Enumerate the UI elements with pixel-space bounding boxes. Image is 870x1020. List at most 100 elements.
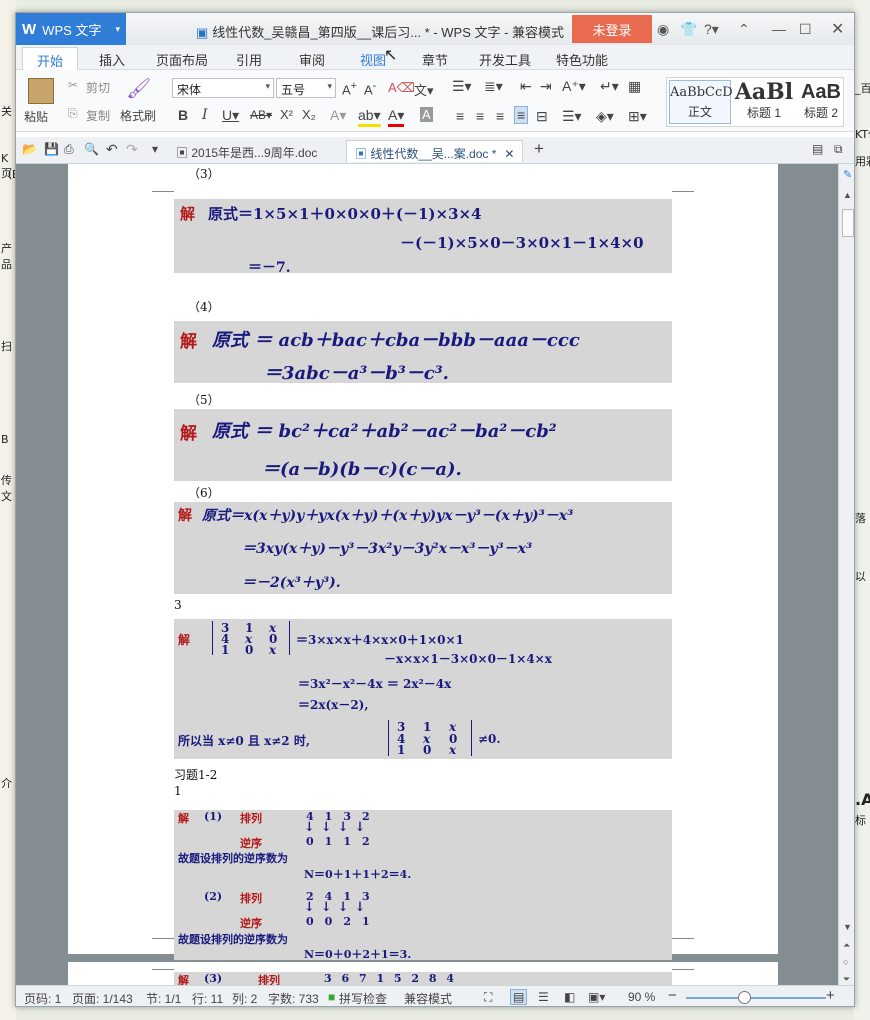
text-effect-icon[interactable]: A▾ bbox=[330, 107, 346, 124]
underline-icon[interactable]: U▾ bbox=[222, 107, 239, 124]
reading-view-icon[interactable]: ▣▾ bbox=[588, 990, 605, 1004]
bg-text: B bbox=[1, 433, 9, 446]
tab-document-2[interactable]: ▣ 线性代数__吴...案.doc * ✕ bbox=[346, 140, 524, 162]
status-pages[interactable]: 页面: 1/143 bbox=[72, 990, 133, 1006]
undo-icon[interactable]: ↶ bbox=[106, 141, 118, 158]
justify-icon[interactable]: ≡ bbox=[514, 106, 529, 124]
new-tab-icon[interactable]: + bbox=[534, 139, 544, 159]
decrease-indent-icon[interactable]: ⇤ bbox=[520, 78, 532, 95]
page-view-icon[interactable]: ▤ bbox=[510, 989, 528, 1005]
skin-icon[interactable]: ◉ bbox=[657, 21, 669, 38]
tab-page-layout[interactable]: 页面布局 bbox=[156, 50, 208, 69]
tab-view[interactable]: 视图 bbox=[360, 50, 386, 69]
strikethrough-icon[interactable]: AB▾ bbox=[250, 108, 272, 122]
help-icon[interactable]: ?▾ bbox=[704, 21, 719, 38]
zoom-in-icon[interactable]: + bbox=[826, 987, 835, 1004]
tab-insert[interactable]: 插入 bbox=[99, 50, 125, 69]
status-page[interactable]: 页码: 1 bbox=[24, 990, 61, 1006]
bullets-icon[interactable]: ☰▾ bbox=[452, 78, 472, 95]
cut-icon[interactable]: ✂ bbox=[68, 78, 78, 92]
fullscreen-icon[interactable]: ⛶ bbox=[484, 990, 492, 1005]
quick-access-dropdown-icon[interactable]: ▾ bbox=[152, 142, 158, 156]
scroll-up-icon[interactable]: ▲ bbox=[843, 190, 852, 200]
align-left-icon[interactable]: ≡ bbox=[456, 108, 464, 124]
status-words[interactable]: 字数: 733 bbox=[268, 990, 319, 1006]
bold-icon[interactable]: B bbox=[178, 107, 188, 123]
highlight-icon[interactable]: ab▾ bbox=[358, 107, 381, 127]
align-center-icon[interactable]: ≡ bbox=[476, 108, 484, 124]
style-heading-2[interactable]: AaB 标题 2 bbox=[797, 80, 845, 124]
phonetic-icon[interactable]: 文▾ bbox=[414, 80, 434, 99]
app-menu-button[interactable]: W WPS 文字 ▾ bbox=[16, 13, 126, 45]
clear-format-icon[interactable]: A⌫ bbox=[388, 80, 415, 96]
font-select[interactable]: 宋体 ▾ bbox=[172, 78, 274, 98]
subscript-icon[interactable]: X₂ bbox=[302, 107, 316, 122]
zoom-slider[interactable] bbox=[686, 997, 826, 999]
increase-indent-icon[interactable]: ⇥ bbox=[540, 78, 552, 95]
borders-icon[interactable]: ⊞▾ bbox=[628, 108, 647, 125]
print-icon[interactable]: ⎙ bbox=[64, 142, 74, 157]
save-icon[interactable]: 💾 bbox=[44, 142, 59, 156]
tab-review[interactable]: 审阅 bbox=[299, 50, 325, 69]
pen-icon[interactable]: ✎ bbox=[843, 168, 852, 181]
determinant-1: 3 1 x 4 x 0 1 0 x bbox=[212, 621, 290, 657]
char-shading-icon[interactable]: A bbox=[420, 107, 433, 122]
show-marks-icon[interactable]: ↵▾ bbox=[600, 78, 619, 95]
maximize-icon[interactable]: ☐ bbox=[799, 21, 812, 38]
numbering-icon[interactable]: ≣▾ bbox=[484, 78, 503, 95]
zoom-out-icon[interactable]: − bbox=[668, 987, 677, 1004]
table-icon[interactable]: ▦ bbox=[628, 78, 641, 95]
inv-digit: 0 bbox=[324, 915, 344, 928]
superscript-icon[interactable]: X² bbox=[280, 107, 293, 122]
italic-icon[interactable]: I bbox=[202, 107, 208, 123]
print-preview-icon[interactable]: 🔍 bbox=[84, 142, 99, 156]
select-browse-icon[interactable]: ○ bbox=[843, 957, 848, 967]
open-icon[interactable]: 📂 bbox=[22, 142, 37, 156]
minimize-icon[interactable]: — bbox=[772, 21, 786, 37]
distribute-icon[interactable]: ⊟ bbox=[536, 108, 548, 125]
zoom-slider-knob[interactable] bbox=[738, 991, 751, 1004]
line-spacing-icon[interactable]: ☰▾ bbox=[562, 108, 582, 125]
next-page-icon[interactable]: ⏷ bbox=[843, 974, 850, 985]
outline-view-icon[interactable]: ☰ bbox=[538, 990, 549, 1004]
jie-label: 解 bbox=[180, 424, 197, 444]
tab-special[interactable]: 特色功能 bbox=[556, 50, 608, 69]
status-zoom[interactable]: 90 % bbox=[628, 990, 655, 1004]
format-painter-button[interactable]: 格式刷 bbox=[120, 107, 156, 124]
collapse-ribbon-icon[interactable]: ⌃ bbox=[738, 21, 750, 38]
tab-chapter[interactable]: 章节 bbox=[422, 50, 448, 69]
close-icon[interactable]: ✕ bbox=[831, 19, 844, 39]
format-painter-icon[interactable]: 🖌 bbox=[126, 76, 151, 101]
font-color-icon[interactable]: A▾ bbox=[388, 107, 405, 127]
login-button[interactable]: 未登录 bbox=[572, 15, 652, 43]
shading-icon[interactable]: ◈▾ bbox=[596, 108, 614, 125]
prev-page-icon[interactable]: ⏶ bbox=[843, 940, 850, 951]
copy-button[interactable]: 复制 bbox=[86, 107, 110, 124]
tab-document-1[interactable]: ▣ 2015年是西...9周年.doc bbox=[168, 140, 325, 162]
shirt-icon[interactable]: 👕 bbox=[680, 21, 697, 38]
spell-check-icon[interactable]: ■ bbox=[328, 990, 335, 1004]
status-spell-check[interactable]: 拼写检查 bbox=[339, 990, 387, 1006]
align-right-icon[interactable]: ≡ bbox=[496, 108, 504, 124]
paste-button[interactable]: 粘贴 bbox=[24, 108, 48, 125]
chinese-layout-icon[interactable]: A⁺▾ bbox=[562, 78, 586, 95]
web-view-icon[interactable]: ◧ bbox=[564, 990, 575, 1004]
scroll-down-icon[interactable]: ▼ bbox=[843, 922, 852, 932]
sidebar-toggle-icon[interactable]: ▤ bbox=[812, 142, 823, 156]
window-list-icon[interactable]: ⧉ bbox=[834, 142, 843, 157]
tab-references[interactable]: 引用 bbox=[236, 50, 262, 69]
redo-icon[interactable]: ↷ bbox=[126, 141, 138, 158]
style-heading-1[interactable]: AaBl 标题 1 bbox=[733, 80, 795, 124]
font-size-select[interactable]: 五号 ▾ bbox=[276, 78, 336, 98]
style-normal[interactable]: AaBbCcD 正文 bbox=[669, 80, 733, 124]
paste-icon[interactable] bbox=[28, 78, 54, 104]
tab-developer[interactable]: 开发工具 bbox=[479, 50, 531, 69]
grow-font-icon[interactable]: A+ bbox=[342, 80, 357, 97]
vertical-scrollbar[interactable]: ✎ ▲ ▼ ⏶ ○ ⏷ bbox=[838, 164, 854, 985]
close-tab-icon[interactable]: ✕ bbox=[504, 147, 514, 161]
copy-icon[interactable]: ⎘ bbox=[68, 106, 78, 121]
scroll-thumb[interactable] bbox=[842, 209, 854, 237]
corner-mark bbox=[152, 184, 174, 192]
shrink-font-icon[interactable]: A- bbox=[364, 80, 376, 97]
cut-button[interactable]: 剪切 bbox=[86, 79, 110, 96]
